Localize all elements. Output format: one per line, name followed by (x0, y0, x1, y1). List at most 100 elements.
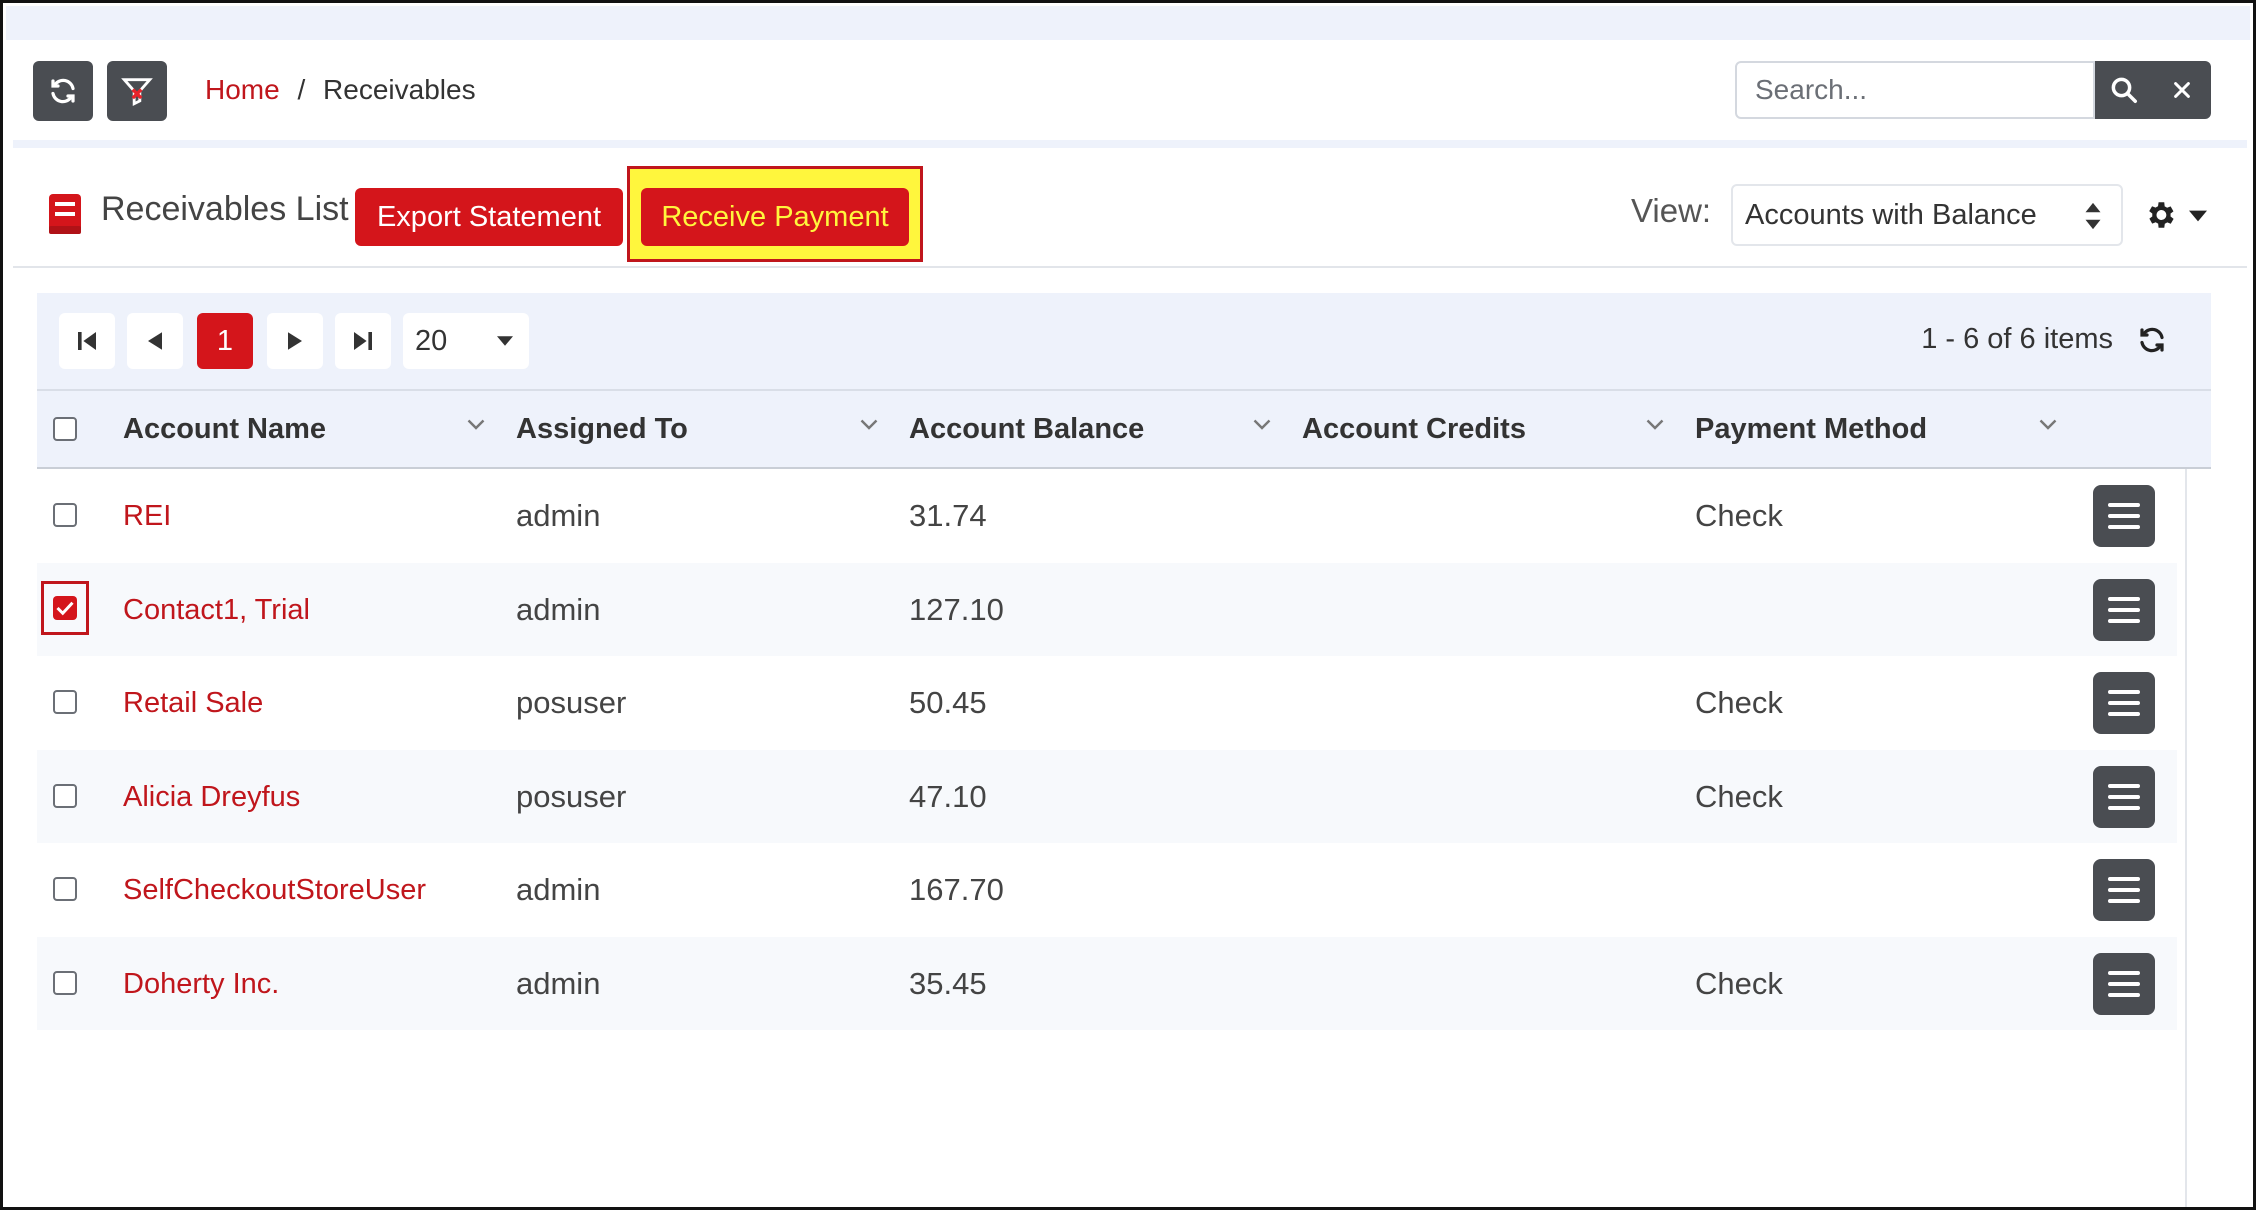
row-actions-button[interactable] (2093, 485, 2155, 547)
last-page-icon (354, 332, 372, 350)
refresh-icon[interactable] (2137, 325, 2167, 355)
chevron-down-icon[interactable] (467, 419, 485, 431)
receivables-grid: 1 20 1 - 6 of 6 items Account Name Assig… (37, 293, 2213, 1033)
column-header-payment-method[interactable]: Payment Method (1695, 413, 1927, 446)
assigned-to-cell: posuser (516, 685, 627, 720)
row-checkbox[interactable] (53, 877, 77, 901)
account-balance-cell: 50.45 (909, 685, 987, 720)
chevron-down-icon[interactable] (1646, 419, 1664, 431)
prev-page-icon (148, 332, 162, 350)
breadcrumb-separator: / (297, 74, 306, 105)
next-page-button[interactable] (267, 313, 323, 369)
account-name-link[interactable]: REI (123, 500, 171, 533)
account-name-link[interactable]: SelfCheckoutStoreUser (123, 874, 426, 907)
assigned-to-cell: admin (516, 872, 601, 907)
account-balance-cell: 127.10 (909, 591, 1004, 627)
export-statement-button[interactable]: Export Statement (355, 188, 623, 246)
column-header-account-name[interactable]: Account Name (123, 413, 326, 446)
table-header: Account Name Assigned To Account Balance… (37, 389, 2211, 469)
page-size-select[interactable]: 20 (403, 313, 529, 369)
hamburger-menu-icon (2108, 970, 2140, 997)
pager-info: 1 - 6 of 6 items (1921, 323, 2113, 355)
list-title: Receivables List (101, 190, 349, 228)
table-row[interactable]: SelfCheckoutStoreUser admin 167.70 (37, 843, 2177, 937)
hamburger-menu-icon (2108, 596, 2140, 623)
clear-filter-button[interactable] (107, 61, 167, 121)
row-actions-button[interactable] (2093, 952, 2155, 1015)
next-page-icon (288, 332, 302, 350)
hamburger-menu-icon (2108, 690, 2140, 716)
search-button[interactable] (2095, 61, 2153, 119)
first-page-button[interactable] (59, 313, 115, 369)
account-name-link[interactable]: Doherty Inc. (123, 968, 279, 1001)
row-actions-button[interactable] (2093, 765, 2155, 828)
account-name-link[interactable]: Alicia Dreyfus (123, 781, 300, 814)
vertical-scrollbar[interactable] (2185, 469, 2213, 1033)
search-input[interactable] (1735, 61, 2095, 119)
row-checkbox[interactable] (53, 690, 77, 714)
row-checkbox[interactable] (53, 783, 77, 808)
refresh-button[interactable] (33, 61, 93, 121)
clear-search-button[interactable] (2153, 61, 2211, 119)
account-balance-cell: 35.45 (909, 965, 987, 1001)
table-row[interactable]: REI admin 31.74 Check (37, 469, 2177, 563)
row-checkbox[interactable] (53, 970, 77, 995)
close-icon (2174, 82, 2190, 98)
list-toolbar: Receivables List Export Statement Receiv… (13, 148, 2247, 268)
payment-method-cell: Check (1695, 498, 1783, 533)
hamburger-menu-icon (2108, 503, 2140, 529)
search-icon (2111, 77, 2137, 103)
table-row[interactable]: Doherty Inc. admin 35.45 Check (37, 936, 2177, 1030)
assigned-to-cell: admin (516, 965, 601, 1001)
chevron-down-icon[interactable] (2039, 419, 2057, 431)
receive-payment-button[interactable]: Receive Payment (641, 188, 909, 246)
row-checkbox[interactable] (53, 503, 77, 527)
view-select-value: Accounts with Balance (1745, 198, 2037, 231)
select-all-checkbox[interactable] (53, 417, 77, 441)
view-select[interactable]: Accounts with Balance (1731, 184, 2123, 246)
header-bar: Home / Receivables (13, 40, 2247, 148)
book-icon (49, 194, 81, 234)
account-balance-cell: 31.74 (909, 498, 987, 533)
column-header-assigned-to[interactable]: Assigned To (516, 413, 688, 446)
assigned-to-cell: posuser (516, 778, 627, 814)
payment-method-cell: Check (1695, 778, 1783, 814)
account-name-link[interactable]: Retail Sale (123, 687, 263, 720)
filter-clear-icon (121, 78, 153, 107)
table-row[interactable]: Alicia Dreyfus posuser 47.10 Check (37, 749, 2177, 843)
account-balance-cell: 167.70 (909, 872, 1004, 907)
assigned-to-cell: admin (516, 591, 601, 627)
account-name-link[interactable]: Contact1, Trial (123, 594, 310, 627)
column-header-account-credits[interactable]: Account Credits (1302, 413, 1526, 446)
prev-page-button[interactable] (127, 313, 183, 369)
chevron-down-icon[interactable] (1253, 419, 1271, 431)
breadcrumb: Home / Receivables (205, 74, 476, 106)
table-row[interactable]: Contact1, Trial admin 127.10 (37, 562, 2177, 656)
settings-menu-button[interactable] (2143, 194, 2223, 238)
check-icon (56, 601, 74, 615)
first-page-icon (78, 332, 96, 350)
caret-down-icon (497, 336, 513, 346)
payment-method-cell: Check (1695, 965, 1783, 1001)
payment-method-cell: Check (1695, 685, 1783, 720)
assigned-to-cell: admin (516, 498, 601, 533)
top-band (6, 6, 2250, 40)
breadcrumb-current: Receivables (323, 74, 476, 105)
pager-bar: 1 20 1 - 6 of 6 items (37, 293, 2211, 389)
row-actions-button[interactable] (2093, 859, 2155, 921)
row-actions-button[interactable] (2093, 672, 2155, 734)
row-actions-button[interactable] (2093, 578, 2155, 641)
gear-icon (2149, 202, 2174, 228)
breadcrumb-home-link[interactable]: Home (205, 74, 280, 105)
page-1-button[interactable]: 1 (197, 313, 253, 369)
view-label: View: (1631, 192, 1712, 229)
table-row[interactable]: Retail Sale posuser 50.45 Check (37, 656, 2177, 750)
updown-arrows-icon (2085, 202, 2101, 230)
chevron-down-icon[interactable] (860, 419, 878, 431)
last-page-button[interactable] (335, 313, 391, 369)
chevron-down-icon (2189, 210, 2207, 222)
row-checkbox[interactable] (53, 595, 77, 620)
column-header-account-balance[interactable]: Account Balance (909, 413, 1144, 446)
hamburger-menu-icon (2108, 877, 2140, 903)
app-frame: Home / Receivables Receivables List Expo… (0, 0, 2256, 1210)
